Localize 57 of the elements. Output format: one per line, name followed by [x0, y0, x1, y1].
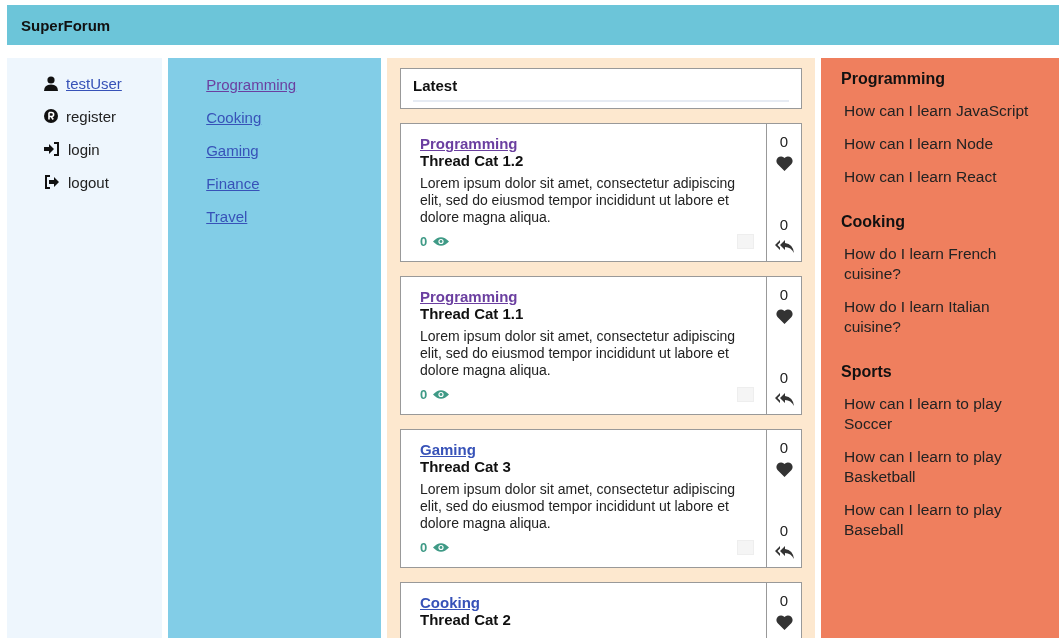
eye-icon [433, 389, 450, 400]
category-link[interactable]: Gaming [206, 139, 259, 162]
thread-excerpt: Lorem ipsum dolor sit amet, consectetur adipiscing elit, sed do eiusmod tempor incididunt ut labore et dolore magna aliqua. [420, 175, 737, 226]
like-count: 0 [779, 439, 789, 456]
category-link[interactable]: Gaming [420, 441, 476, 458]
reply-count: 0 [779, 369, 789, 386]
view-count: 0 [420, 234, 428, 249]
reply-all-icon[interactable] [774, 239, 794, 254]
view-count: 0 [420, 540, 428, 555]
category-heading: Programming [841, 70, 946, 88]
like-count: 0 [779, 592, 789, 609]
thread-title[interactable]: Thread Cat 2 [420, 611, 754, 628]
thread-link[interactable]: How can I learn to play Soccer [841, 394, 1044, 434]
thread-title[interactable]: Thread Cat 1.2 [420, 152, 754, 169]
like-count: 0 [779, 286, 789, 303]
category-link[interactable]: Finance [206, 172, 260, 195]
thread-link[interactable]: How do I learn French cuisine? [841, 244, 1044, 284]
thread-title[interactable]: Thread Cat 3 [420, 458, 754, 475]
login-link[interactable]: login [68, 140, 100, 158]
section-title: Latest [413, 77, 459, 94]
category-link[interactable]: Programming [206, 73, 297, 96]
thread-link[interactable]: How can I learn to play Basketball [841, 447, 1044, 487]
view-count: 0 [420, 387, 428, 402]
app-title: SuperForum [21, 16, 111, 34]
like-count: 0 [779, 133, 789, 150]
sign-out-icon [44, 175, 60, 189]
category-link[interactable]: Programming [420, 288, 518, 305]
category-link[interactable]: Programming [420, 135, 518, 152]
register-link[interactable]: register [66, 107, 117, 125]
thread-link[interactable]: How do I learn Italian cuisine? [841, 297, 1044, 337]
category-heading: Sports [841, 363, 893, 381]
category-link[interactable]: Travel [206, 205, 248, 228]
username-link[interactable]: testUser [66, 74, 122, 92]
registered-icon [44, 109, 58, 123]
user-icon [44, 75, 58, 91]
sign-in-icon [44, 142, 60, 156]
heart-icon[interactable] [775, 615, 793, 630]
thread-link[interactable]: How can I learn to play Baseball [841, 500, 1044, 540]
thread-link[interactable]: How can I learn JavaScript [841, 101, 1044, 121]
logout-link[interactable]: logout [68, 173, 109, 191]
eye-icon [433, 542, 450, 553]
thread-link[interactable]: How can I learn Node [841, 134, 1044, 154]
category-link[interactable]: Cooking [206, 106, 262, 129]
thread-excerpt: Lorem ipsum dolor sit amet, consectetur adipiscing elit, sed do eiusmod tempor incididunt ut labore et dolore magna aliqua. [420, 481, 737, 532]
reply-count: 0 [779, 522, 789, 539]
thread-title[interactable]: Thread Cat 1.1 [420, 305, 754, 322]
thread-link[interactable]: How can I learn React [841, 167, 1044, 187]
category-heading: Cooking [841, 213, 906, 231]
heart-icon[interactable] [775, 462, 793, 477]
eye-icon [433, 236, 450, 247]
thread-excerpt: Lorem ipsum dolor sit amet, consectetur adipiscing elit, sed do eiusmod tempor incididunt ut labore et dolore magna aliqua. [420, 328, 737, 379]
reply-count: 0 [779, 216, 789, 233]
heart-icon[interactable] [775, 156, 793, 171]
reply-all-icon[interactable] [774, 392, 794, 407]
reply-all-icon[interactable] [774, 545, 794, 560]
heart-icon[interactable] [775, 309, 793, 324]
category-link[interactable]: Cooking [420, 594, 480, 611]
